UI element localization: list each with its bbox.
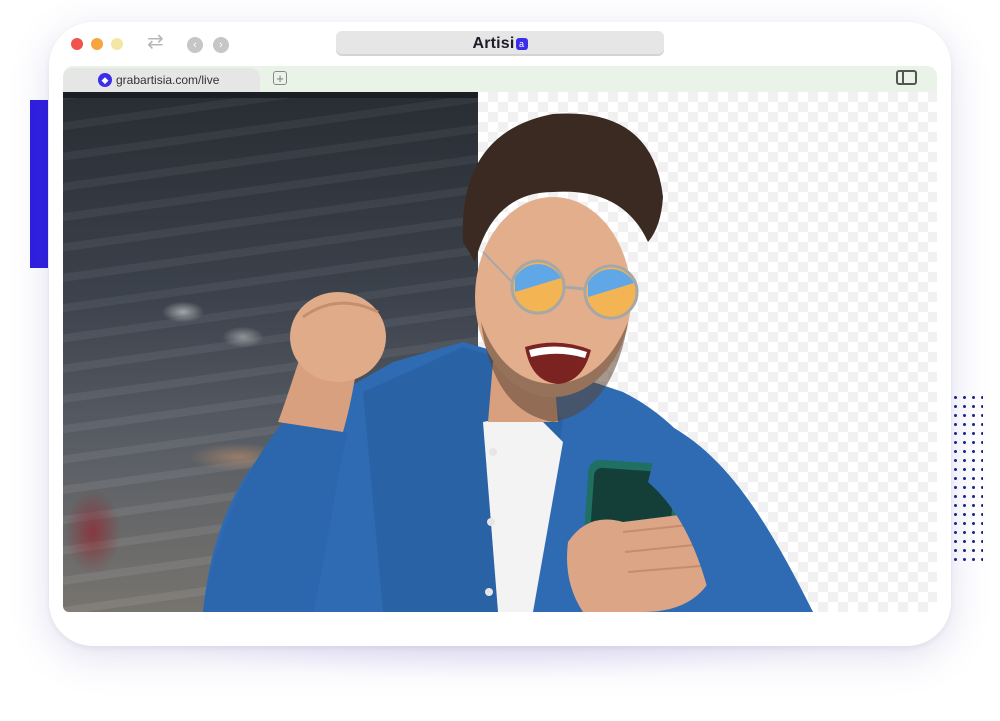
back-arrow-icon[interactable]: ‹ xyxy=(187,37,203,53)
brand-logo-text: Artisi xyxy=(472,35,515,52)
address-bar[interactable]: Artisi a xyxy=(336,31,664,56)
forward-arrow-icon[interactable]: › xyxy=(213,37,229,53)
decorative-dot-grid xyxy=(951,393,983,565)
minimize-window-button[interactable] xyxy=(91,38,103,50)
decorative-accent-bar xyxy=(30,100,48,268)
close-window-button[interactable] xyxy=(71,38,83,50)
refresh-icon[interactable]: ⇄ xyxy=(147,32,164,52)
sidebar-toggle-icon[interactable] xyxy=(896,70,917,85)
page-content xyxy=(63,92,937,612)
maximize-window-button[interactable] xyxy=(111,38,123,50)
tab-title: grabartisia.com/live xyxy=(116,73,220,87)
brand-logo-mark: a xyxy=(515,38,528,50)
artisia-logo-icon: ◆ xyxy=(98,73,112,87)
man-with-phone-illustration xyxy=(203,113,813,612)
new-tab-icon[interactable]: + xyxy=(273,71,287,85)
